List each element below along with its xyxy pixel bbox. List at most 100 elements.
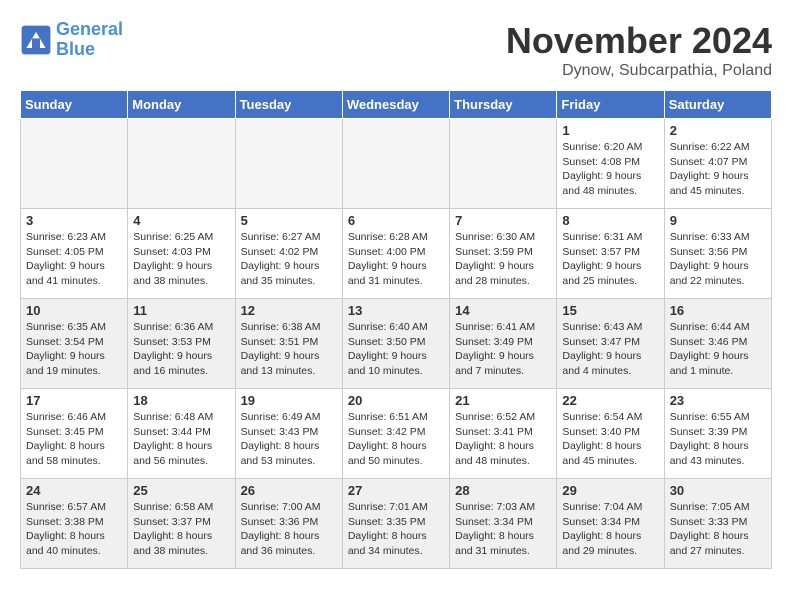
calendar-cell: 14 Sunrise: 6:41 AM Sunset: 3:49 PM Dayli… [450,299,557,389]
day-info: Sunrise: 7:03 AM Sunset: 3:34 PM Dayligh… [455,500,551,559]
day-number: 20 [348,393,444,408]
calendar-cell: 15 Sunrise: 6:43 AM Sunset: 3:47 PM Dayli… [557,299,664,389]
day-number: 3 [26,213,122,228]
calendar-cell: 23Sunrise: 6:55 AM Sunset: 3:39 PM Dayli… [664,389,771,479]
calendar-cell: 1 Sunrise: 6:20 AM Sunset: 4:08 PM Daylig… [557,119,664,209]
day-number: 5 [241,213,337,228]
page-header: General Blue November 2024 Dynow, Subcar… [20,20,772,80]
day-info: Sunrise: 6:40 AM Sunset: 3:50 PM Dayligh… [348,320,444,379]
calendar-cell: 13 Sunrise: 6:40 AM Sunset: 3:50 PM Dayli… [342,299,449,389]
day-number: 6 [348,213,444,228]
day-number: 16 [670,303,766,318]
header-cell-tuesday: Tuesday [235,91,342,119]
day-number: 9 [670,213,766,228]
day-info: Sunrise: 6:20 AM Sunset: 4:08 PM Dayligh… [562,140,658,199]
day-number: 15 [562,303,658,318]
day-number: 21 [455,393,551,408]
day-info: Sunrise: 7:00 AM Sunset: 3:36 PM Dayligh… [241,500,337,559]
calendar-cell: 19Sunrise: 6:49 AM Sunset: 3:43 PM Dayli… [235,389,342,479]
day-info: Sunrise: 6:58 AM Sunset: 3:37 PM Dayligh… [133,500,229,559]
calendar-cell: 22 Sunrise: 6:54 AM Sunset: 3:40 PM Dayli… [557,389,664,479]
calendar-cell: 9 Sunrise: 6:33 AM Sunset: 3:56 PM Daylig… [664,209,771,299]
header-row: SundayMondayTuesdayWednesdayThursdayFrid… [21,91,772,119]
day-info: Sunrise: 6:25 AM Sunset: 4:03 PM Dayligh… [133,230,229,289]
day-info: Sunrise: 6:54 AM Sunset: 3:40 PM Dayligh… [562,410,658,469]
day-info: Sunrise: 7:05 AM Sunset: 3:33 PM Dayligh… [670,500,766,559]
day-number: 2 [670,123,766,138]
day-info: Sunrise: 6:44 AM Sunset: 3:46 PM Dayligh… [670,320,766,379]
day-info: Sunrise: 6:38 AM Sunset: 3:51 PM Dayligh… [241,320,337,379]
calendar-cell: 6 Sunrise: 6:28 AM Sunset: 4:00 PM Daylig… [342,209,449,299]
day-number: 27 [348,483,444,498]
calendar-cell: 30 Sunrise: 7:05 AM Sunset: 3:33 PM Dayli… [664,479,771,569]
day-info: Sunrise: 6:46 AM Sunset: 3:45 PM Dayligh… [26,410,122,469]
day-info: Sunrise: 6:36 AM Sunset: 3:53 PM Dayligh… [133,320,229,379]
calendar-cell: 26 Sunrise: 7:00 AM Sunset: 3:36 PM Dayli… [235,479,342,569]
day-info: Sunrise: 6:30 AM Sunset: 3:59 PM Dayligh… [455,230,551,289]
logo-icon [20,24,52,56]
day-info: Sunrise: 6:43 AM Sunset: 3:47 PM Dayligh… [562,320,658,379]
day-number: 1 [562,123,658,138]
day-info: Sunrise: 6:31 AM Sunset: 3:57 PM Dayligh… [562,230,658,289]
header-cell-monday: Monday [128,91,235,119]
calendar-table: SundayMondayTuesdayWednesdayThursdayFrid… [20,90,772,569]
calendar-cell: 4 Sunrise: 6:25 AM Sunset: 4:03 PM Daylig… [128,209,235,299]
calendar-cell [450,119,557,209]
day-number: 11 [133,303,229,318]
day-info: Sunrise: 6:48 AM Sunset: 3:44 PM Dayligh… [133,410,229,469]
day-number: 12 [241,303,337,318]
day-number: 10 [26,303,122,318]
calendar-cell: 18 Sunrise: 6:48 AM Sunset: 3:44 PM Dayli… [128,389,235,479]
day-number: 28 [455,483,551,498]
calendar-cell [235,119,342,209]
location-subtitle: Dynow, Subcarpathia, Poland [506,62,772,80]
calendar-cell: 24Sunrise: 6:57 AM Sunset: 3:38 PM Dayli… [21,479,128,569]
header-cell-sunday: Sunday [21,91,128,119]
day-info: Sunrise: 6:28 AM Sunset: 4:00 PM Dayligh… [348,230,444,289]
calendar-cell: 20 Sunrise: 6:51 AM Sunset: 3:42 PM Dayli… [342,389,449,479]
calendar-cell [128,119,235,209]
day-number: 8 [562,213,658,228]
header-cell-thursday: Thursday [450,91,557,119]
logo: General Blue [20,20,123,60]
calendar-cell [21,119,128,209]
day-info: Sunrise: 6:49 AM Sunset: 3:43 PM Dayligh… [241,410,337,469]
day-number: 17 [26,393,122,408]
day-info: Sunrise: 6:41 AM Sunset: 3:49 PM Dayligh… [455,320,551,379]
day-info: Sunrise: 6:33 AM Sunset: 3:56 PM Dayligh… [670,230,766,289]
calendar-cell: 3 Sunrise: 6:23 AM Sunset: 4:05 PM Daylig… [21,209,128,299]
day-info: Sunrise: 6:51 AM Sunset: 3:42 PM Dayligh… [348,410,444,469]
title-section: November 2024 Dynow, Subcarpathia, Polan… [506,20,772,80]
week-row-4: 24Sunrise: 6:57 AM Sunset: 3:38 PM Dayli… [21,479,772,569]
day-number: 13 [348,303,444,318]
calendar-cell: 7Sunrise: 6:30 AM Sunset: 3:59 PM Daylig… [450,209,557,299]
week-row-2: 10Sunrise: 6:35 AM Sunset: 3:54 PM Dayli… [21,299,772,389]
day-number: 4 [133,213,229,228]
week-row-3: 17 Sunrise: 6:46 AM Sunset: 3:45 PM Dayli… [21,389,772,479]
day-number: 23 [670,393,766,408]
logo-line1: General [56,19,123,39]
calendar-cell: 17 Sunrise: 6:46 AM Sunset: 3:45 PM Dayli… [21,389,128,479]
day-info: Sunrise: 7:04 AM Sunset: 3:34 PM Dayligh… [562,500,658,559]
calendar-cell: 27 Sunrise: 7:01 AM Sunset: 3:35 PM Dayli… [342,479,449,569]
header-cell-wednesday: Wednesday [342,91,449,119]
week-row-0: 1 Sunrise: 6:20 AM Sunset: 4:08 PM Daylig… [21,119,772,209]
header-cell-friday: Friday [557,91,664,119]
day-info: Sunrise: 6:27 AM Sunset: 4:02 PM Dayligh… [241,230,337,289]
day-number: 26 [241,483,337,498]
day-number: 29 [562,483,658,498]
calendar-cell: 29 Sunrise: 7:04 AM Sunset: 3:34 PM Dayli… [557,479,664,569]
day-number: 30 [670,483,766,498]
logo-line2: Blue [56,39,95,59]
day-number: 18 [133,393,229,408]
day-number: 14 [455,303,551,318]
day-number: 22 [562,393,658,408]
day-info: Sunrise: 7:01 AM Sunset: 3:35 PM Dayligh… [348,500,444,559]
day-info: Sunrise: 6:22 AM Sunset: 4:07 PM Dayligh… [670,140,766,199]
month-title: November 2024 [506,20,772,62]
day-info: Sunrise: 6:52 AM Sunset: 3:41 PM Dayligh… [455,410,551,469]
calendar-cell: 11 Sunrise: 6:36 AM Sunset: 3:53 PM Dayli… [128,299,235,389]
day-info: Sunrise: 6:23 AM Sunset: 4:05 PM Dayligh… [26,230,122,289]
calendar-cell: 25Sunrise: 6:58 AM Sunset: 3:37 PM Dayli… [128,479,235,569]
calendar-cell: 10Sunrise: 6:35 AM Sunset: 3:54 PM Dayli… [21,299,128,389]
